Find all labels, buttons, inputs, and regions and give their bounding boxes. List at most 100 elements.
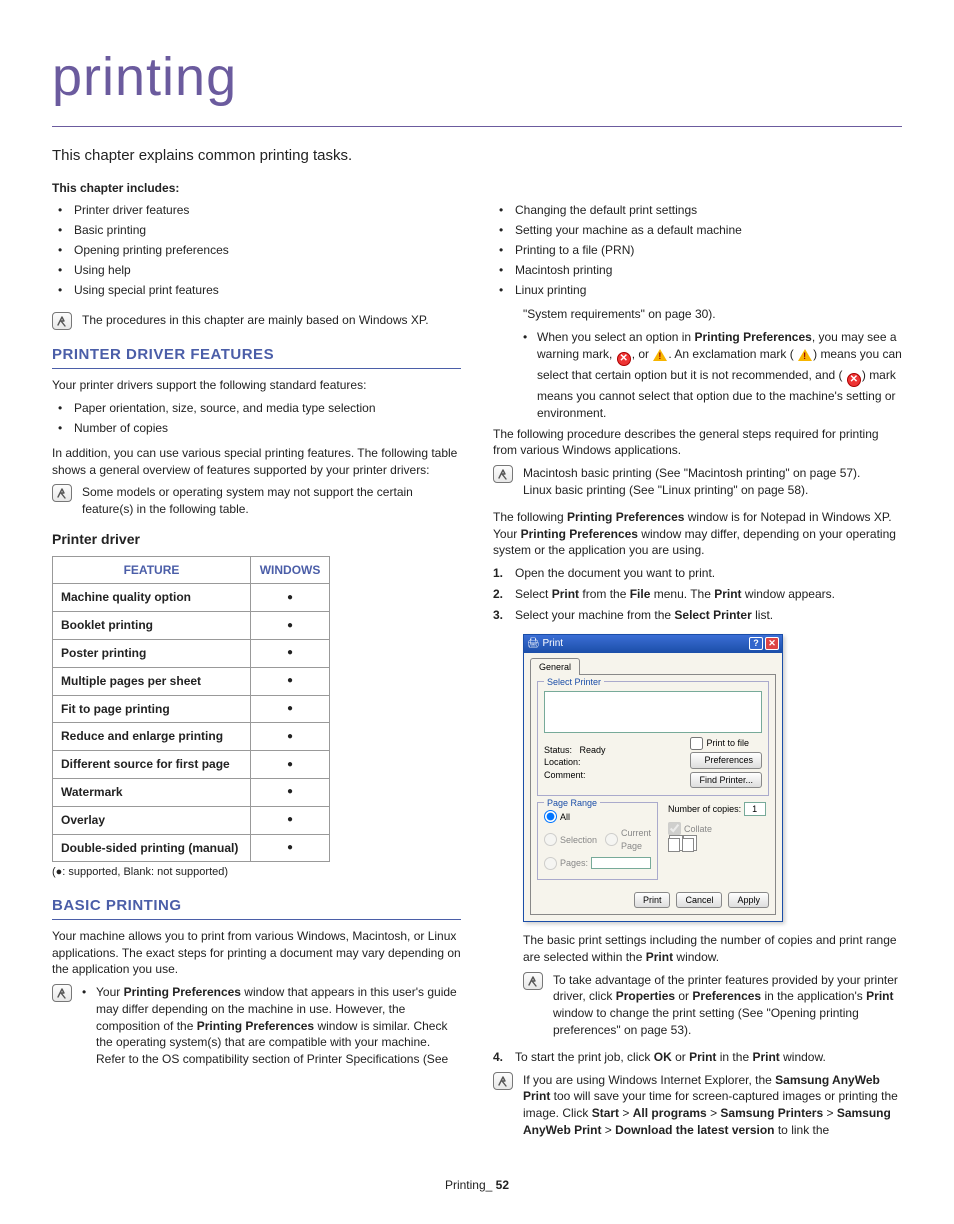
note-icon	[493, 465, 513, 483]
note-line: Macintosh basic printing (See "Macintosh…	[523, 465, 902, 482]
table-note: (●: supported, Blank: not supported)	[52, 865, 461, 880]
paragraph: The following procedure describes the ge…	[493, 426, 902, 460]
heading-printer-driver: Printer driver	[52, 530, 461, 550]
step-2: 2. Select Print from the File menu. The …	[493, 586, 902, 603]
note-mac-linux: Macintosh basic printing (See "Macintosh…	[493, 465, 902, 499]
table-header-windows: WINDOWS	[250, 556, 329, 584]
list-item: Changing the default print settings	[499, 202, 902, 219]
apply-button[interactable]: Apply	[728, 892, 769, 909]
note-xp: The procedures in this chapter are mainl…	[52, 312, 461, 330]
note-preferences-tip: To take advantage of the printer feature…	[493, 972, 902, 1039]
step-3: 3. Select your machine from the Select P…	[493, 607, 902, 624]
note-text: To take advantage of the printer feature…	[553, 972, 902, 1039]
note-text: Your Printing Preferences window that ap…	[82, 984, 461, 1072]
radio-all[interactable]: All	[544, 810, 651, 823]
list-item: Number of copies	[58, 420, 461, 437]
note-printing-preferences: Your Printing Preferences window that ap…	[52, 984, 461, 1072]
includes-list-right: Changing the default print settings Sett…	[493, 202, 902, 298]
paragraph: Your printer drivers support the followi…	[52, 377, 461, 394]
steps-list-cont: 4. To start the print job, click OK or P…	[493, 1049, 902, 1066]
table-cell: Different source for first page	[53, 751, 251, 779]
note-text: The procedures in this chapter are mainl…	[82, 312, 461, 330]
tab-general[interactable]: General	[530, 658, 580, 676]
table-cell: Double-sided printing (manual)	[53, 834, 251, 862]
find-printer-button[interactable]: Find Printer...	[690, 772, 762, 789]
table-cell: ●	[250, 723, 329, 751]
page-footer: Printing_ 52	[52, 1177, 902, 1194]
collate-checkbox[interactable]: Collate	[668, 822, 769, 835]
chapter-title: printing	[52, 40, 902, 127]
paragraph: In addition, you can use various special…	[52, 445, 461, 479]
cancel-button[interactable]: Cancel	[676, 892, 722, 909]
list-item: Using special print features	[58, 282, 461, 299]
pages-input[interactable]	[591, 857, 651, 869]
dialog-titlebar: 🖨 Print ? ✕	[524, 635, 782, 653]
list-item: Setting your machine as a default machin…	[499, 222, 902, 239]
list-item: Opening printing preferences	[58, 242, 461, 259]
table-cell: ●	[250, 584, 329, 612]
table-cell: ●	[250, 778, 329, 806]
radio-selection[interactable]: Selection	[544, 827, 597, 852]
list-item: Paper orientation, size, source, and med…	[58, 400, 461, 417]
group-select-printer: Select Printer	[544, 676, 604, 689]
table-header-feature: FEATURE	[53, 556, 251, 584]
driver-features-bullets: Paper orientation, size, source, and med…	[52, 400, 461, 437]
print-button[interactable]: Print	[634, 892, 671, 909]
table-cell: Fit to page printing	[53, 695, 251, 723]
includes-heading: This chapter includes:	[52, 180, 902, 197]
note-continuation: "System requirements" on page 30). When …	[493, 306, 902, 421]
print-dialog-screenshot: 🖨 Print ? ✕ General Select Printer Statu…	[523, 634, 783, 923]
includes-list-left: Printer driver features Basic printing O…	[52, 202, 461, 298]
collate-icon	[668, 838, 769, 852]
list-item: Basic printing	[58, 222, 461, 239]
warning-bullet: When you select an option in Printing Pr…	[523, 329, 902, 421]
close-icon[interactable]: ✕	[765, 637, 779, 650]
table-cell: ●	[250, 667, 329, 695]
sysreq-ref: "System requirements" on page 30).	[523, 306, 902, 323]
table-cell: ●	[250, 751, 329, 779]
help-icon[interactable]: ?	[749, 637, 763, 650]
copies-stepper[interactable]: 1	[744, 802, 766, 816]
table-cell: Multiple pages per sheet	[53, 667, 251, 695]
step-4: 4. To start the print job, click OK or P…	[493, 1049, 902, 1066]
list-item: Macintosh printing	[499, 262, 902, 279]
table-cell: Reduce and enlarge printing	[53, 723, 251, 751]
print-to-file-checkbox[interactable]: Print to file	[690, 737, 762, 750]
note-icon	[52, 484, 72, 502]
table-cell: Overlay	[53, 806, 251, 834]
table-cell: ●	[250, 834, 329, 862]
list-item: Printing to a file (PRN)	[499, 242, 902, 259]
note-anyweb-print: If you are using Windows Internet Explor…	[493, 1072, 902, 1139]
list-item: Printer driver features	[58, 202, 461, 219]
note-icon	[493, 1072, 513, 1090]
step-1: 1.Open the document you want to print.	[493, 565, 902, 582]
radio-pages[interactable]: Pages:	[544, 857, 651, 870]
warning-icon	[652, 347, 668, 363]
table-cell: Watermark	[53, 778, 251, 806]
note-line: Linux basic printing (See "Linux printin…	[523, 482, 902, 499]
table-cell: ●	[250, 695, 329, 723]
includes-columns: Printer driver features Basic printing O…	[52, 202, 902, 306]
feature-table: FEATURE WINDOWS Machine quality option● …	[52, 556, 330, 863]
note-driver-models: Some models or operating system may not …	[52, 484, 461, 518]
heading-printer-driver-features: PRINTER DRIVER FEATURES	[52, 344, 461, 369]
heading-basic-printing: BASIC PRINTING	[52, 895, 461, 920]
list-item: Using help	[58, 262, 461, 279]
preferences-button[interactable]: Preferences	[690, 752, 762, 769]
note-text: Some models or operating system may not …	[82, 484, 461, 518]
warning-icon	[797, 347, 813, 363]
note-icon	[52, 312, 72, 330]
table-cell: ●	[250, 639, 329, 667]
group-page-range: Page Range	[544, 797, 600, 810]
list-item: Linux printing	[499, 282, 902, 299]
note-icon	[52, 984, 72, 1002]
chapter-intro: This chapter explains common printing ta…	[52, 145, 902, 166]
table-cell: Machine quality option	[53, 584, 251, 612]
steps-list: 1.Open the document you want to print. 2…	[493, 565, 902, 623]
main-columns: The procedures in this chapter are mainl…	[52, 306, 902, 1148]
printer-list[interactable]	[544, 691, 762, 733]
paragraph: The basic print settings including the n…	[493, 932, 902, 966]
paragraph: The following Printing Preferences windo…	[493, 509, 902, 559]
table-cell: Poster printing	[53, 639, 251, 667]
radio-current-page[interactable]: Current Page	[605, 827, 651, 852]
